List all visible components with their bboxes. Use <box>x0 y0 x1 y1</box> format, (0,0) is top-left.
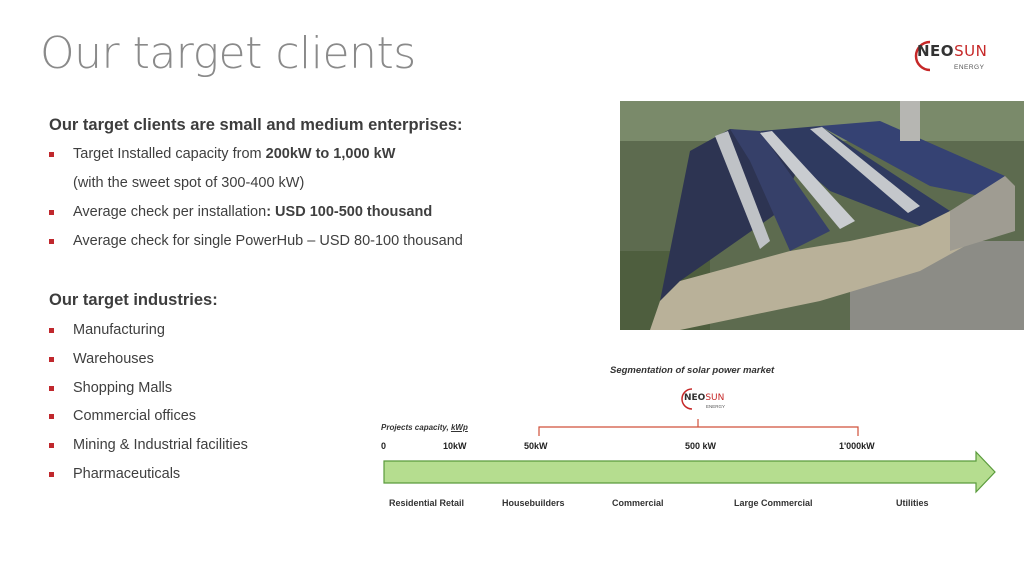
category-label: Utilities <box>896 498 929 508</box>
category-label: Residential Retail <box>389 498 465 508</box>
axis-label-unit: kWp <box>450 423 468 432</box>
segment-logo-sun: SUN <box>705 393 725 403</box>
tick-label: 50kW <box>524 441 548 451</box>
tick-label: 500 kW <box>685 441 717 451</box>
segmentation-graphic <box>383 388 996 494</box>
tick-label: 1'000kW <box>839 441 875 451</box>
capacity-arrow <box>383 450 996 494</box>
tick-label: 10kW <box>443 441 467 451</box>
bracket <box>538 419 859 436</box>
segment-logo-sub: ENERGY <box>706 404 726 409</box>
segment-logo-neo: NEO <box>684 393 706 403</box>
axis-label-text: Projects capacity, <box>381 423 451 432</box>
category-label: Large Commercial <box>734 498 813 508</box>
segment-logo-wordmark: NEOSUN <box>684 393 724 403</box>
category-label: Housebuilders <box>502 498 565 508</box>
axis-label: Projects capacity, kWp <box>381 423 468 432</box>
tick-label: 0 <box>381 441 387 451</box>
category-label: Commercial <box>612 498 664 508</box>
